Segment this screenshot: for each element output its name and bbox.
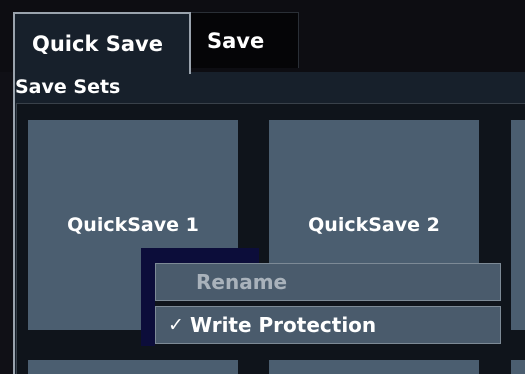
save-set-tile-3[interactable] xyxy=(511,120,525,330)
tab-save-label: Save xyxy=(207,28,265,53)
menu-item-write-protection-label: Write Protection xyxy=(190,313,377,337)
tab-bar: Quick Save Save xyxy=(0,0,525,74)
checkmark-icon: ✓ xyxy=(168,314,184,336)
save-set-tile-5[interactable] xyxy=(269,360,479,374)
save-set-tile-4[interactable] xyxy=(28,360,238,374)
tab-quick-save[interactable]: Quick Save xyxy=(13,12,191,74)
context-menu: Rename ✓ Write Protection xyxy=(155,263,501,347)
section-title: Save Sets xyxy=(15,76,121,98)
tab-save[interactable]: Save xyxy=(191,12,299,68)
save-set-tile-1-label: QuickSave 1 xyxy=(67,214,199,236)
menu-item-write-protection[interactable]: ✓ Write Protection xyxy=(155,306,501,344)
save-set-tile-6[interactable] xyxy=(511,360,525,374)
menu-item-rename[interactable]: Rename xyxy=(155,263,501,301)
quicksave-dialog: Quick Save Save Save Sets QuickSave 1 Qu… xyxy=(0,0,525,374)
save-set-tile-2-label: QuickSave 2 xyxy=(308,214,440,236)
menu-item-rename-label: Rename xyxy=(196,270,288,294)
tab-quick-save-label: Quick Save xyxy=(32,32,163,56)
